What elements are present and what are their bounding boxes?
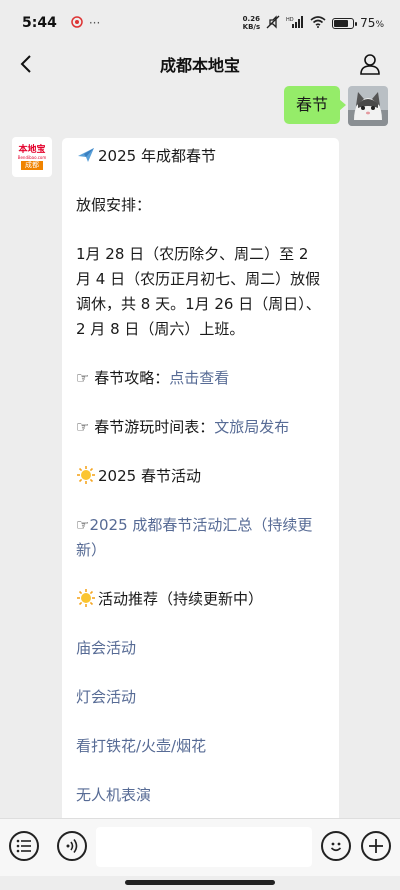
- more-notifications-icon: ···: [88, 16, 101, 30]
- hd-signal-icon: HD: [286, 15, 304, 31]
- avatar-logo-url: Bendibao.com: [17, 154, 47, 160]
- battery-percentage: 75%: [360, 16, 384, 30]
- guide-line: ☞ 春节攻略：点击查看: [76, 366, 325, 391]
- notification-app-icon: [71, 15, 83, 31]
- guide-link[interactable]: 点击查看: [169, 369, 229, 387]
- status-time: 5:44: [22, 15, 57, 31]
- summary-link[interactable]: 2025 成都春节活动汇总（持续更新）: [76, 516, 312, 559]
- summary-prefix: ☞: [76, 516, 90, 534]
- battery-icon: [332, 17, 358, 29]
- sent-message-bubble[interactable]: 春节: [283, 86, 347, 124]
- person-icon: [360, 54, 380, 75]
- back-button[interactable]: [12, 50, 40, 78]
- user-avatar[interactable]: [348, 86, 388, 126]
- sun-icon: [76, 588, 96, 608]
- chat-title: 成都本地宝: [159, 56, 240, 75]
- emoji-button[interactable]: [321, 831, 351, 861]
- link-fireworks[interactable]: 看打铁花/火壶/烟花: [76, 734, 325, 759]
- status-bar: 5:44 ··· 0.26 KB/s HD 75%: [0, 0, 400, 46]
- more-button[interactable]: [361, 831, 391, 861]
- emoji-icon: [330, 842, 342, 852]
- net-speed-value: 0.26: [242, 15, 260, 23]
- wifi-icon: [310, 15, 326, 31]
- voice-icon: [66, 839, 78, 853]
- schedule-link[interactable]: 文旅局发布: [214, 418, 289, 436]
- chevron-left-icon: [20, 55, 31, 73]
- recommend-heading-text: 活动推荐（持续更新中）: [98, 590, 264, 608]
- menu-list-icon: [16, 839, 31, 853]
- net-speed: 0.26 KB/s: [243, 15, 260, 31]
- holiday-text: 1月 28 日（农历除夕、周二）至 2 月 4 日（农历正月初七、周二）放假调休…: [76, 245, 321, 338]
- received-message-bubble: 2025 年成都春节 放假安排： 1月 28 日（农历除夕、周二）至 2 月 4…: [62, 138, 339, 828]
- heading-text: 2025 年成都春节: [98, 147, 216, 165]
- plus-icon: [369, 839, 383, 853]
- summary-line: ☞2025 成都春节活动汇总（持续更新）: [76, 513, 325, 563]
- activities-heading: 2025 春节活动: [76, 464, 325, 489]
- official-account-avatar[interactable]: 本地宝 Bendibao.com 成都: [12, 137, 52, 177]
- link-lantern-show[interactable]: 灯会活动: [76, 685, 325, 710]
- sun-icon: [76, 465, 96, 485]
- airplane-icon: [76, 145, 96, 165]
- avatar-logo-city: 成都: [21, 160, 43, 170]
- holiday-label: 放假安排：: [76, 196, 152, 214]
- chat-header: 成都本地宝: [0, 46, 400, 82]
- recommend-heading: 活动推荐（持续更新中）: [76, 587, 325, 612]
- svg-text:HD: HD: [286, 17, 294, 23]
- message-heading: 2025 年成都春节: [76, 144, 325, 169]
- notification-icons: ···: [71, 15, 101, 31]
- guide-prefix: ☞ 春节攻略：: [76, 369, 170, 387]
- link-temple-fair[interactable]: 庙会活动: [76, 636, 325, 661]
- menu-button[interactable]: [9, 831, 39, 861]
- mute-icon: [266, 14, 280, 32]
- voice-button[interactable]: [57, 831, 87, 861]
- message-input[interactable]: [96, 827, 312, 867]
- avatar-logo-main: 本地宝: [18, 144, 46, 155]
- sent-message-row: 春节: [283, 86, 388, 126]
- activities-heading-text: 2025 春节活动: [98, 467, 201, 485]
- home-indicator[interactable]: [125, 880, 275, 885]
- link-drone-show[interactable]: 无人机表演: [76, 783, 325, 808]
- profile-button[interactable]: [356, 50, 384, 78]
- schedule-prefix: ☞ 春节游玩时间表：: [76, 418, 215, 436]
- input-bar: [0, 818, 400, 876]
- schedule-line: ☞ 春节游玩时间表：文旅局发布: [76, 415, 325, 440]
- net-speed-unit: KB/s: [242, 23, 261, 31]
